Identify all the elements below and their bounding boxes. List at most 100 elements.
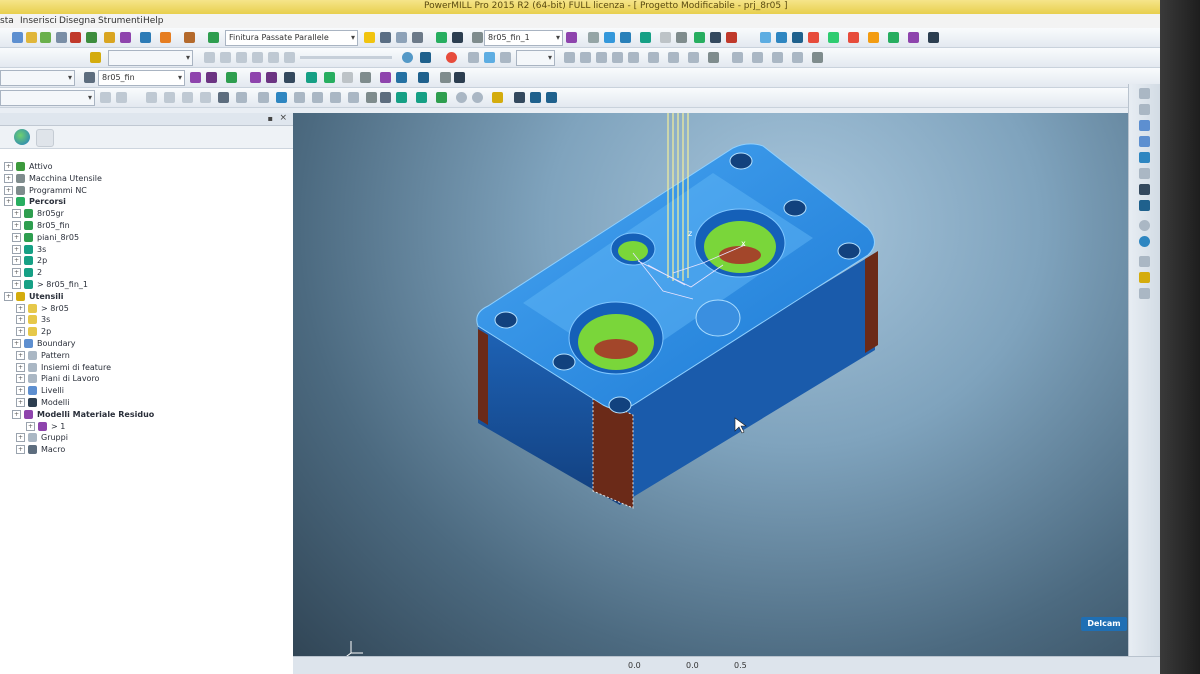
rotate-icon[interactable] bbox=[580, 52, 591, 63]
strategy-icon[interactable] bbox=[208, 32, 219, 43]
verify-icon[interactable] bbox=[436, 32, 447, 43]
play-icon[interactable] bbox=[204, 52, 215, 63]
zoom-window-icon[interactable] bbox=[1139, 200, 1150, 211]
save-icon[interactable] bbox=[40, 32, 51, 43]
cone-icon[interactable] bbox=[266, 72, 277, 83]
tree-item[interactable]: + Piani di Lavoro bbox=[0, 373, 280, 384]
tree-item[interactable]: + Modelli bbox=[0, 397, 280, 408]
probe-icon[interactable] bbox=[868, 32, 879, 43]
comment-icon[interactable] bbox=[648, 52, 659, 63]
net-icon[interactable] bbox=[258, 92, 269, 103]
shank-icon[interactable] bbox=[250, 72, 261, 83]
expand-icon[interactable]: + bbox=[4, 162, 13, 171]
tree-item[interactable]: + > 8r05 bbox=[0, 303, 280, 314]
hand-icon[interactable] bbox=[888, 32, 899, 43]
expand-icon[interactable]: + bbox=[16, 327, 25, 337]
expand-icon[interactable]: + bbox=[12, 268, 21, 278]
rewind-icon[interactable] bbox=[252, 52, 263, 63]
stop-icon[interactable] bbox=[726, 32, 737, 43]
dots-icon[interactable] bbox=[808, 32, 819, 43]
export-icon[interactable] bbox=[360, 72, 371, 83]
filter-combo[interactable]: ▾ bbox=[0, 90, 95, 106]
view-iso-icon[interactable] bbox=[760, 32, 771, 43]
view-right-icon[interactable] bbox=[1139, 136, 1150, 147]
zoom-fit-icon[interactable] bbox=[1139, 184, 1150, 195]
expand-icon[interactable]: + bbox=[16, 303, 25, 313]
expand-icon[interactable]: + bbox=[16, 433, 25, 443]
layer-icon[interactable] bbox=[396, 92, 407, 103]
link-edit-icon[interactable] bbox=[732, 52, 743, 63]
lock-icon[interactable] bbox=[342, 72, 353, 83]
view-front-icon[interactable] bbox=[792, 32, 803, 43]
copy-icon[interactable] bbox=[500, 52, 511, 63]
tree-item[interactable]: +8r05gr bbox=[0, 208, 280, 219]
expand-icon[interactable]: + bbox=[12, 244, 21, 254]
edit-row4-icon[interactable] bbox=[294, 92, 305, 103]
close-icon[interactable] bbox=[472, 32, 483, 43]
tip-tool-icon[interactable] bbox=[206, 72, 217, 83]
close-panel-icon[interactable]: × bbox=[279, 113, 287, 123]
view-top-icon-r[interactable] bbox=[1139, 88, 1150, 99]
pin-icon[interactable]: ▪ bbox=[268, 114, 273, 123]
triangle-icon[interactable] bbox=[396, 72, 407, 83]
tree-item[interactable]: +3s bbox=[0, 314, 280, 325]
fence-icon[interactable] bbox=[546, 92, 557, 103]
box-x-icon[interactable] bbox=[454, 72, 465, 83]
tree-item[interactable]: + > 1 bbox=[0, 421, 280, 432]
speed-icon[interactable] bbox=[420, 52, 431, 63]
menu-item-disegna[interactable]: Disegna bbox=[59, 16, 96, 26]
select-icon[interactable] bbox=[484, 52, 495, 63]
section-icon[interactable] bbox=[1139, 256, 1150, 267]
tree-item[interactable]: +8r05_fin bbox=[0, 220, 280, 231]
trim-icon[interactable] bbox=[668, 52, 679, 63]
expand-icon[interactable]: + bbox=[26, 421, 35, 431]
block-3d-icon[interactable] bbox=[306, 72, 317, 83]
tree-item[interactable]: + Utensili bbox=[0, 291, 280, 302]
tree-item[interactable]: +2p bbox=[0, 326, 280, 337]
check-icon[interactable] bbox=[694, 32, 705, 43]
link-row4-icon[interactable] bbox=[330, 92, 341, 103]
mirror-icon[interactable] bbox=[596, 52, 607, 63]
save-final-icon[interactable] bbox=[514, 92, 525, 103]
tool-combo[interactable]: 8r05_fin ▾ bbox=[98, 70, 185, 86]
save-small-icon[interactable] bbox=[628, 52, 639, 63]
settings-icon[interactable] bbox=[676, 32, 687, 43]
expand-icon[interactable]: + bbox=[4, 185, 13, 195]
menu-item-strumenti[interactable]: Strumenti bbox=[98, 16, 143, 26]
mini-combo[interactable]: ▾ bbox=[516, 50, 555, 66]
expand-icon[interactable]: + bbox=[12, 232, 21, 242]
stats-icon[interactable] bbox=[620, 32, 631, 43]
view-top-icon[interactable] bbox=[776, 32, 787, 43]
step-forward-icon[interactable] bbox=[284, 52, 295, 63]
grid-icon[interactable] bbox=[468, 52, 479, 63]
tool-icon[interactable] bbox=[70, 32, 81, 43]
measure-icon[interactable] bbox=[708, 52, 719, 63]
bubble-icon[interactable] bbox=[146, 92, 157, 103]
tree-item[interactable]: + Percorsi bbox=[0, 196, 280, 207]
tree-item[interactable]: + Livelli bbox=[0, 385, 280, 396]
shading-icon[interactable] bbox=[828, 32, 839, 43]
expand-icon[interactable]: + bbox=[12, 280, 21, 289]
link-icon[interactable] bbox=[588, 32, 599, 43]
tree-item[interactable]: + Macchina Utensile bbox=[0, 173, 280, 184]
expand-icon[interactable]: + bbox=[12, 256, 21, 266]
move-icon[interactable] bbox=[564, 52, 575, 63]
clock-icon[interactable] bbox=[710, 32, 721, 43]
pattern-icon[interactable] bbox=[120, 32, 131, 43]
cancel-icon[interactable] bbox=[530, 92, 541, 103]
material-shade-icon[interactable] bbox=[1139, 272, 1150, 283]
undo-icon[interactable] bbox=[492, 92, 503, 103]
list-icon[interactable] bbox=[396, 32, 407, 43]
tree-item[interactable]: +2p bbox=[0, 255, 280, 266]
expand-icon[interactable]: + bbox=[4, 173, 13, 183]
menu-item-inserisci[interactable]: Inserisci bbox=[20, 16, 57, 26]
close-row2-icon[interactable] bbox=[812, 52, 823, 63]
tool-filter-combo[interactable]: ▾ bbox=[0, 70, 75, 86]
draw-icon[interactable] bbox=[218, 92, 229, 103]
expand-icon[interactable]: + bbox=[16, 445, 25, 455]
expand-icon[interactable]: + bbox=[4, 197, 13, 207]
view-front-icon-r[interactable] bbox=[1139, 152, 1150, 163]
open-icon[interactable] bbox=[12, 32, 23, 43]
simulate-icon[interactable] bbox=[160, 32, 171, 43]
cross-icon[interactable] bbox=[418, 72, 429, 83]
